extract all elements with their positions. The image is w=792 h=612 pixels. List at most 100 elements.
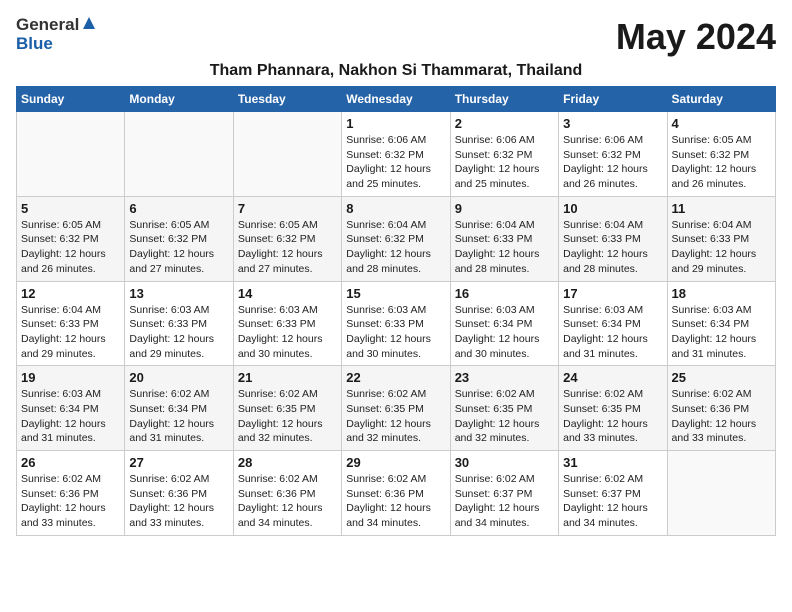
- day-number: 24: [563, 370, 662, 385]
- day-info: Sunrise: 6:03 AM Sunset: 6:34 PM Dayligh…: [455, 303, 554, 362]
- day-cell: [233, 112, 341, 197]
- day-number: 8: [346, 201, 445, 216]
- dow-header-saturday: Saturday: [667, 87, 775, 112]
- day-cell: 25 Sunrise: 6:02 AM Sunset: 6:36 PM Dayli…: [667, 366, 775, 451]
- logo-general: General: [16, 16, 79, 35]
- dow-header-tuesday: Tuesday: [233, 87, 341, 112]
- day-number: 21: [238, 370, 337, 385]
- day-info: Sunrise: 6:03 AM Sunset: 6:33 PM Dayligh…: [129, 303, 228, 362]
- logo: General Blue: [16, 16, 96, 53]
- day-number: 14: [238, 286, 337, 301]
- day-number: 25: [672, 370, 771, 385]
- day-info: Sunrise: 6:03 AM Sunset: 6:34 PM Dayligh…: [672, 303, 771, 362]
- day-cell: 3 Sunrise: 6:06 AM Sunset: 6:32 PM Daylig…: [559, 112, 667, 197]
- day-number: 26: [21, 455, 120, 470]
- day-number: 10: [563, 201, 662, 216]
- day-cell: [667, 451, 775, 536]
- day-number: 20: [129, 370, 228, 385]
- day-info: Sunrise: 6:03 AM Sunset: 6:34 PM Dayligh…: [21, 387, 120, 446]
- day-info: Sunrise: 6:02 AM Sunset: 6:36 PM Dayligh…: [21, 472, 120, 531]
- day-number: 17: [563, 286, 662, 301]
- day-info: Sunrise: 6:04 AM Sunset: 6:33 PM Dayligh…: [455, 218, 554, 277]
- day-number: 11: [672, 201, 771, 216]
- day-number: 27: [129, 455, 228, 470]
- dow-header-wednesday: Wednesday: [342, 87, 450, 112]
- day-cell: 1 Sunrise: 6:06 AM Sunset: 6:32 PM Daylig…: [342, 112, 450, 197]
- day-info: Sunrise: 6:02 AM Sunset: 6:36 PM Dayligh…: [346, 472, 445, 531]
- day-number: 4: [672, 116, 771, 131]
- day-number: 31: [563, 455, 662, 470]
- day-number: 19: [21, 370, 120, 385]
- day-cell: 5 Sunrise: 6:05 AM Sunset: 6:32 PM Daylig…: [17, 196, 125, 281]
- days-of-week-row: SundayMondayTuesdayWednesdayThursdayFrid…: [17, 87, 776, 112]
- day-info: Sunrise: 6:03 AM Sunset: 6:33 PM Dayligh…: [346, 303, 445, 362]
- day-number: 18: [672, 286, 771, 301]
- day-number: 12: [21, 286, 120, 301]
- day-info: Sunrise: 6:04 AM Sunset: 6:33 PM Dayligh…: [563, 218, 662, 277]
- day-number: 7: [238, 201, 337, 216]
- day-cell: 26 Sunrise: 6:02 AM Sunset: 6:36 PM Dayli…: [17, 451, 125, 536]
- day-cell: 6 Sunrise: 6:05 AM Sunset: 6:32 PM Daylig…: [125, 196, 233, 281]
- day-cell: 19 Sunrise: 6:03 AM Sunset: 6:34 PM Dayli…: [17, 366, 125, 451]
- day-cell: 13Sunrise: 6:03 AM Sunset: 6:33 PM Dayli…: [125, 281, 233, 366]
- day-cell: 23Sunrise: 6:02 AM Sunset: 6:35 PM Dayli…: [450, 366, 558, 451]
- day-cell: 8 Sunrise: 6:04 AM Sunset: 6:32 PM Daylig…: [342, 196, 450, 281]
- day-info: Sunrise: 6:05 AM Sunset: 6:32 PM Dayligh…: [672, 133, 771, 192]
- day-info: Sunrise: 6:02 AM Sunset: 6:34 PM Dayligh…: [129, 387, 228, 446]
- month-title: May 2024: [616, 16, 776, 58]
- day-cell: 10 Sunrise: 6:04 AM Sunset: 6:33 PM Dayli…: [559, 196, 667, 281]
- day-cell: 20 Sunrise: 6:02 AM Sunset: 6:34 PM Dayli…: [125, 366, 233, 451]
- day-info: Sunrise: 6:04 AM Sunset: 6:32 PM Dayligh…: [346, 218, 445, 277]
- day-info: Sunrise: 6:06 AM Sunset: 6:32 PM Dayligh…: [346, 133, 445, 192]
- day-info: Sunrise: 6:02 AM Sunset: 6:37 PM Dayligh…: [455, 472, 554, 531]
- day-number: 29: [346, 455, 445, 470]
- subtitle: Tham Phannara, Nakhon Si Thammarat, Thai…: [16, 62, 776, 80]
- day-info: Sunrise: 6:03 AM Sunset: 6:34 PM Dayligh…: [563, 303, 662, 362]
- day-number: 16: [455, 286, 554, 301]
- day-info: Sunrise: 6:02 AM Sunset: 6:35 PM Dayligh…: [455, 387, 554, 446]
- day-cell: 17 Sunrise: 6:03 AM Sunset: 6:34 PM Dayli…: [559, 281, 667, 366]
- day-number: 15: [346, 286, 445, 301]
- day-cell: [17, 112, 125, 197]
- day-info: Sunrise: 6:02 AM Sunset: 6:36 PM Dayligh…: [672, 387, 771, 446]
- day-cell: [125, 112, 233, 197]
- day-cell: 27Sunrise: 6:02 AM Sunset: 6:36 PM Dayli…: [125, 451, 233, 536]
- day-cell: 31 Sunrise: 6:02 AM Sunset: 6:37 PM Dayli…: [559, 451, 667, 536]
- day-number: 5: [21, 201, 120, 216]
- day-info: Sunrise: 6:02 AM Sunset: 6:35 PM Dayligh…: [346, 387, 445, 446]
- day-cell: 12 Sunrise: 6:04 AM Sunset: 6:33 PM Dayli…: [17, 281, 125, 366]
- day-cell: 16 Sunrise: 6:03 AM Sunset: 6:34 PM Dayli…: [450, 281, 558, 366]
- day-info: Sunrise: 6:02 AM Sunset: 6:36 PM Dayligh…: [238, 472, 337, 531]
- header: General Blue May 2024: [16, 16, 776, 58]
- day-info: Sunrise: 6:04 AM Sunset: 6:33 PM Dayligh…: [21, 303, 120, 362]
- day-number: 6: [129, 201, 228, 216]
- calendar-body: 1 Sunrise: 6:06 AM Sunset: 6:32 PM Daylig…: [17, 112, 776, 536]
- week-row-4: 26 Sunrise: 6:02 AM Sunset: 6:36 PM Dayli…: [17, 451, 776, 536]
- day-cell: 7Sunrise: 6:05 AM Sunset: 6:32 PM Daylig…: [233, 196, 341, 281]
- day-cell: 22 Sunrise: 6:02 AM Sunset: 6:35 PM Dayli…: [342, 366, 450, 451]
- day-cell: 21 Sunrise: 6:02 AM Sunset: 6:35 PM Dayli…: [233, 366, 341, 451]
- dow-header-sunday: Sunday: [17, 87, 125, 112]
- day-number: 3: [563, 116, 662, 131]
- logo-blue: Blue: [16, 34, 53, 53]
- day-info: Sunrise: 6:05 AM Sunset: 6:32 PM Dayligh…: [129, 218, 228, 277]
- day-number: 1: [346, 116, 445, 131]
- week-row-1: 5 Sunrise: 6:05 AM Sunset: 6:32 PM Daylig…: [17, 196, 776, 281]
- day-info: Sunrise: 6:06 AM Sunset: 6:32 PM Dayligh…: [455, 133, 554, 192]
- day-info: Sunrise: 6:05 AM Sunset: 6:32 PM Dayligh…: [21, 218, 120, 277]
- day-number: 22: [346, 370, 445, 385]
- dow-header-friday: Friday: [559, 87, 667, 112]
- day-cell: 4 Sunrise: 6:05 AM Sunset: 6:32 PM Daylig…: [667, 112, 775, 197]
- day-info: Sunrise: 6:06 AM Sunset: 6:32 PM Dayligh…: [563, 133, 662, 192]
- day-cell: 11Sunrise: 6:04 AM Sunset: 6:33 PM Dayli…: [667, 196, 775, 281]
- day-number: 9: [455, 201, 554, 216]
- day-info: Sunrise: 6:02 AM Sunset: 6:35 PM Dayligh…: [563, 387, 662, 446]
- day-info: Sunrise: 6:02 AM Sunset: 6:35 PM Dayligh…: [238, 387, 337, 446]
- day-cell: 28Sunrise: 6:02 AM Sunset: 6:36 PM Dayli…: [233, 451, 341, 536]
- day-cell: 18 Sunrise: 6:03 AM Sunset: 6:34 PM Dayli…: [667, 281, 775, 366]
- day-number: 30: [455, 455, 554, 470]
- calendar: SundayMondayTuesdayWednesdayThursdayFrid…: [16, 86, 776, 536]
- day-cell: 15 Sunrise: 6:03 AM Sunset: 6:33 PM Dayli…: [342, 281, 450, 366]
- day-cell: 2Sunrise: 6:06 AM Sunset: 6:32 PM Daylig…: [450, 112, 558, 197]
- day-info: Sunrise: 6:02 AM Sunset: 6:37 PM Dayligh…: [563, 472, 662, 531]
